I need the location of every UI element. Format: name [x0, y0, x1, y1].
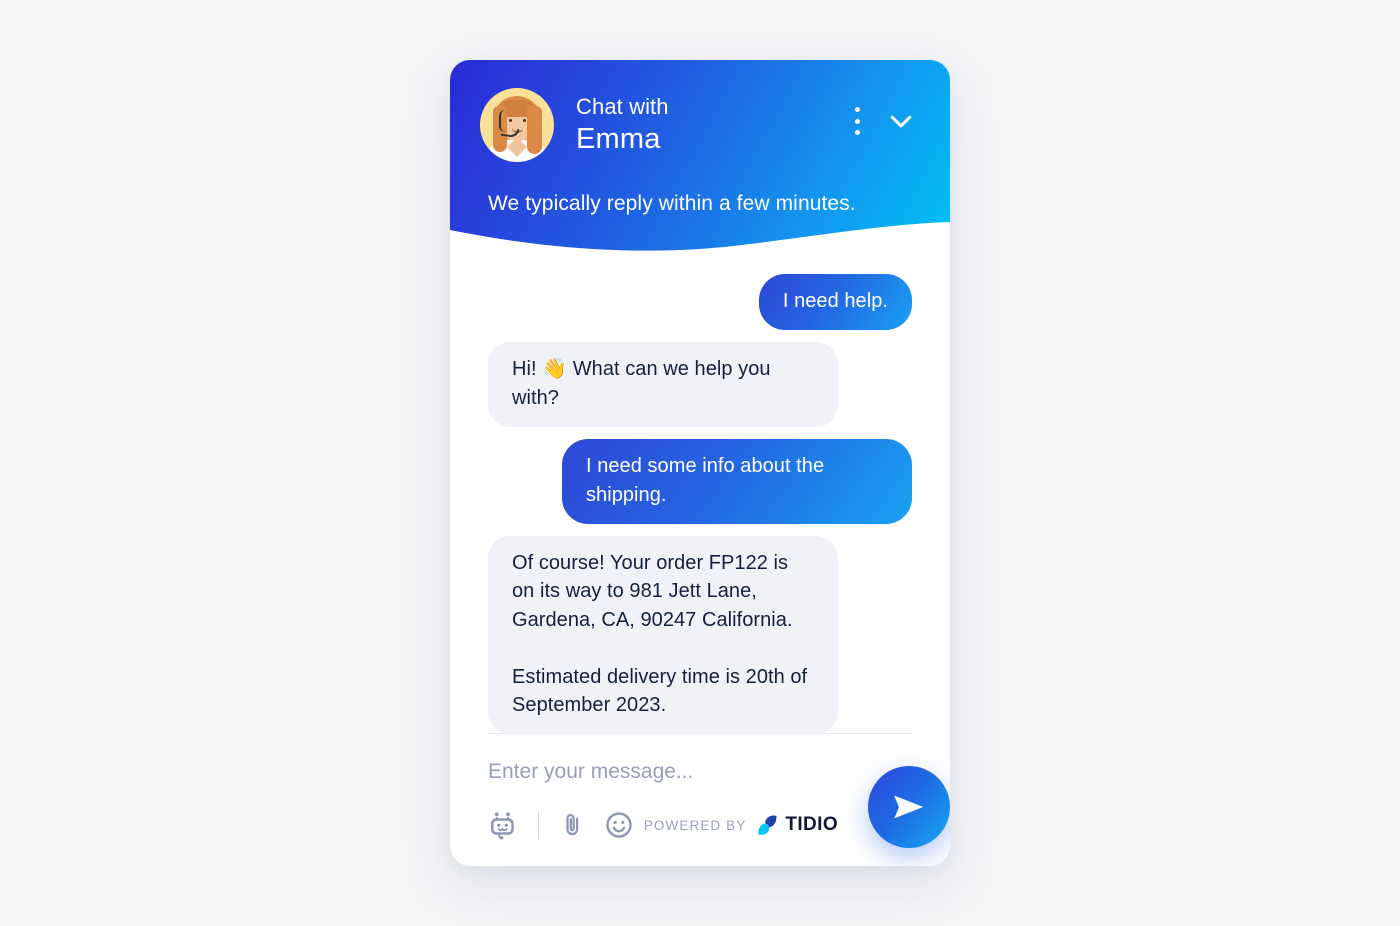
smiley-icon: [606, 812, 632, 838]
powered-by-label: POWERED BY: [643, 817, 747, 833]
message-row: I need some info about the shipping.: [488, 439, 912, 524]
chevron-down-icon: [890, 115, 912, 128]
send-button[interactable]: [868, 766, 950, 848]
message-row: Of course! Your order FP122 is on its wa…: [488, 535, 912, 733]
toolbar-divider: [538, 811, 539, 839]
tidio-branding: TIDIO: [755, 813, 838, 837]
avatar-eye-left: [509, 119, 512, 122]
header-wave-shape: [450, 222, 950, 260]
chat-header-top: Chat with Emma: [450, 60, 950, 162]
send-plane-icon: [894, 795, 923, 819]
avatar: [480, 88, 554, 162]
agent-message-bubble: Of course! Your order FP122 is on its wa…: [488, 535, 838, 733]
reply-time-text: We typically reply within a few minutes.: [488, 192, 856, 215]
avatar-eye-right: [523, 119, 526, 122]
header-actions: [854, 106, 916, 136]
message-row: Hi! 👋 What can we help you with?: [488, 342, 912, 428]
agent-message-bubble: Hi! 👋 What can we help you with?: [488, 342, 838, 428]
composer-tools: [488, 810, 634, 840]
agent-name: Emma: [576, 122, 661, 155]
robot-icon: [491, 812, 514, 840]
powered-by-tidio[interactable]: POWERED BY TIDIO: [644, 813, 838, 837]
header-titles: Chat with Emma: [576, 93, 854, 155]
user-message-bubble: I need help.: [758, 274, 912, 331]
message-input[interactable]: [488, 760, 912, 810]
chat-header: Chat with Emma We typically reply within…: [450, 60, 950, 260]
avatar-hair-right: [527, 106, 542, 154]
user-message-bubble: I need some info about the shipping.: [562, 439, 912, 524]
tidio-logo-icon: [758, 815, 777, 835]
composer-divider: [488, 733, 912, 734]
composer: POWERED BY TIDIO: [450, 733, 950, 866]
chat-widget: Chat with Emma We typically reply within…: [450, 60, 950, 866]
chat-with-label: Chat with: [576, 93, 669, 119]
message-list: I need help. Hi! 👋 What can we help you w…: [450, 260, 950, 733]
attach-button[interactable]: [559, 811, 587, 839]
composer-toolbar: POWERED BY TIDIO: [488, 810, 912, 840]
tidio-wordmark: TIDIO: [785, 814, 838, 835]
bot-button[interactable]: [488, 810, 518, 840]
emoji-button[interactable]: [604, 810, 634, 840]
paperclip-icon: [566, 814, 579, 836]
dots-vertical-icon: [854, 107, 860, 135]
message-row: I need help.: [488, 274, 912, 331]
menu-button[interactable]: [854, 107, 860, 135]
minimize-button[interactable]: [886, 106, 916, 136]
